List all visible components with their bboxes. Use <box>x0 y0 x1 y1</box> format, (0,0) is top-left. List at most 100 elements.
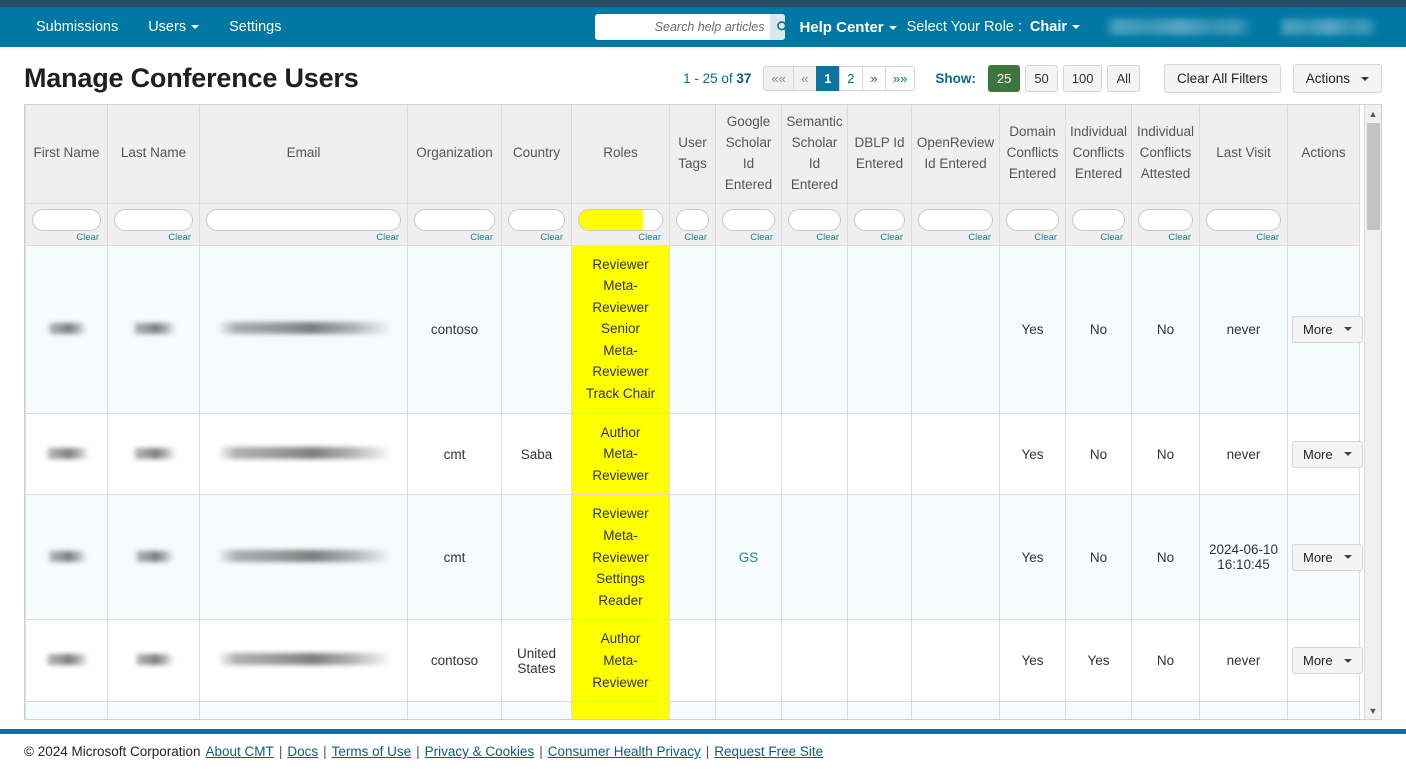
filter-input-openreview[interactable] <box>918 208 993 231</box>
column-header-email[interactable]: Email <box>199 105 408 204</box>
column-header-last-visit[interactable]: Last Visit <box>1199 105 1288 204</box>
next-page-button[interactable]: » <box>861 66 885 91</box>
role-item: Reviewer <box>592 549 649 565</box>
prev-page-button[interactable]: « <box>792 66 816 91</box>
page-header: Manage Conference Users 1 - 25 of 37 «« … <box>0 47 1406 104</box>
table-row: contoso United States Author Meta- Revie… <box>25 619 1363 703</box>
first-page-button[interactable]: «« <box>763 66 793 91</box>
filter-input-email[interactable] <box>206 208 401 231</box>
filter-input-domain-conflicts[interactable] <box>1006 208 1059 231</box>
filter-input-last-name[interactable] <box>114 208 193 231</box>
filter-input-user-tags[interactable] <box>676 208 709 231</box>
page-1-button[interactable]: 1 <box>815 66 839 91</box>
role-item: Track Chair <box>585 386 656 402</box>
column-header-dblp-id[interactable]: DBLP Id Entered <box>847 105 912 204</box>
column-header-semantic-scholar-id[interactable]: Semantic Scholar Id Entered <box>781 105 848 204</box>
filter-clear-organization[interactable]: Clear <box>414 232 495 243</box>
column-header-openreview-id[interactable]: OpenReview Id Entered <box>911 105 1000 204</box>
redacted-nav-item-2[interactable] <box>1278 19 1378 35</box>
page-size-50[interactable]: 50 <box>1025 65 1058 92</box>
page-size-100[interactable]: 100 <box>1062 65 1103 92</box>
last-page-button[interactable]: »» <box>884 66 916 91</box>
row-more-button[interactable]: More <box>1292 440 1363 468</box>
footer-link-about-cmt[interactable]: About CMT <box>206 744 274 759</box>
column-header-google-scholar-id[interactable]: Google Scholar Id Entered <box>715 105 782 204</box>
footer-link-privacy-cookies[interactable]: Privacy & Cookies <box>425 744 535 759</box>
column-header-individual-conflicts-attested[interactable]: Individual Conflicts Attested <box>1131 105 1200 204</box>
nav-item-settings[interactable]: Settings <box>214 7 296 47</box>
cell-individual-conflicts-attested: No <box>1131 494 1200 621</box>
filter-clear-google-scholar[interactable]: Clear <box>722 232 775 243</box>
footer-link-request-free-site[interactable]: Request Free Site <box>714 744 823 759</box>
filter-clear-email[interactable]: Clear <box>206 232 401 243</box>
cell-last-visit: never <box>1199 619 1288 703</box>
vertical-scrollbar[interactable]: ▲ ▼ <box>1364 105 1381 719</box>
page-size-all[interactable]: All <box>1107 65 1140 92</box>
redacted-nav-item-1[interactable] <box>1104 19 1254 35</box>
filter-clear-individual-conflicts-entered[interactable]: Clear <box>1072 232 1125 243</box>
filter-clear-last-name[interactable]: Clear <box>114 232 193 243</box>
filter-clear-dblp[interactable]: Clear <box>854 232 905 243</box>
row-more-button[interactable]: More <box>1292 543 1363 571</box>
column-header-individual-conflicts-entered[interactable]: Individual Conflicts Entered <box>1065 105 1132 204</box>
filter-clear-country[interactable]: Clear <box>508 232 565 243</box>
users-grid-scroll-area: First Name Last Name Email Organization … <box>25 105 1364 719</box>
column-header-organization[interactable]: Organization <box>407 105 502 204</box>
help-search-box[interactable] <box>595 14 786 40</box>
filter-input-individual-conflicts-entered[interactable] <box>1072 208 1125 231</box>
select-role-label: Select Your Role : <box>906 19 1022 35</box>
row-more-button[interactable]: More <box>1292 647 1363 675</box>
column-header-domain-conflicts[interactable]: Domain Conflicts Entered <box>999 105 1066 204</box>
nav-item-submissions[interactable]: Submissions <box>28 7 133 47</box>
filter-clear-last-visit[interactable]: Clear <box>1206 232 1281 243</box>
scroll-down-arrow-icon[interactable]: ▼ <box>1365 702 1382 719</box>
filter-input-individual-conflicts-attested[interactable] <box>1138 208 1193 231</box>
filter-clear-domain-conflicts[interactable]: Clear <box>1006 232 1059 243</box>
role-item: Meta- <box>603 278 638 294</box>
cell-first-name <box>25 494 108 621</box>
filter-input-organization[interactable] <box>414 208 495 231</box>
filter-input-dblp[interactable] <box>854 208 905 231</box>
clear-all-filters-button[interactable]: Clear All Filters <box>1163 64 1281 93</box>
column-header-roles[interactable]: Roles <box>571 105 670 204</box>
cell-organization <box>407 701 502 719</box>
actions-dropdown-button[interactable]: Actions <box>1292 64 1382 93</box>
nav-item-users[interactable]: Users <box>133 7 214 47</box>
filter-clear-openreview[interactable]: Clear <box>918 232 993 243</box>
cell-individual-conflicts-entered: Yes <box>1065 619 1132 703</box>
footer-link-terms-of-use[interactable]: Terms of Use <box>332 744 412 759</box>
help-center-menu[interactable]: Help Center <box>799 19 897 36</box>
role-item: Meta- <box>603 446 638 462</box>
column-header-country[interactable]: Country <box>501 105 572 204</box>
filter-clear-roles[interactable]: Clear <box>578 232 663 243</box>
filter-input-roles[interactable] <box>578 208 663 231</box>
filter-clear-individual-conflicts-attested[interactable]: Clear <box>1138 232 1193 243</box>
filter-clear-user-tags[interactable]: Clear <box>676 232 709 243</box>
column-header-last-name[interactable]: Last Name <box>107 105 200 204</box>
footer-link-consumer-health-privacy[interactable]: Consumer Health Privacy <box>548 744 701 759</box>
role-selector-dropdown[interactable]: Chair <box>1030 19 1080 35</box>
filter-clear-first-name[interactable]: Clear <box>32 232 101 243</box>
page-footer: © 2024 Microsoft Corporation About CMT |… <box>0 729 1406 769</box>
page-2-button[interactable]: 2 <box>838 66 862 91</box>
page-size-25[interactable]: 25 <box>987 65 1021 92</box>
scrollbar-thumb[interactable] <box>1366 123 1380 230</box>
header-row: First Name Last Name Email Organization … <box>25 105 1360 204</box>
column-header-first-name[interactable]: First Name <box>25 105 108 204</box>
search-input[interactable] <box>595 15 771 39</box>
cell-last-visit <box>1199 701 1288 719</box>
column-header-user-tags[interactable]: User Tags <box>669 105 716 204</box>
filter-input-country[interactable] <box>508 208 565 231</box>
search-button[interactable] <box>770 14 786 40</box>
filter-input-google-scholar[interactable] <box>722 208 775 231</box>
filter-input-last-visit[interactable] <box>1206 208 1281 231</box>
chevron-down-icon <box>1343 555 1352 560</box>
scroll-up-arrow-icon[interactable]: ▲ <box>1365 105 1382 122</box>
filter-input-semantic-scholar[interactable] <box>788 208 841 231</box>
cell-openreview <box>911 412 1000 496</box>
footer-link-docs[interactable]: Docs <box>287 744 318 759</box>
filter-clear-semantic-scholar[interactable]: Clear <box>788 232 841 243</box>
row-more-button[interactable]: More <box>1292 315 1363 343</box>
google-scholar-link[interactable]: GS <box>739 550 759 565</box>
filter-input-first-name[interactable] <box>32 208 101 231</box>
